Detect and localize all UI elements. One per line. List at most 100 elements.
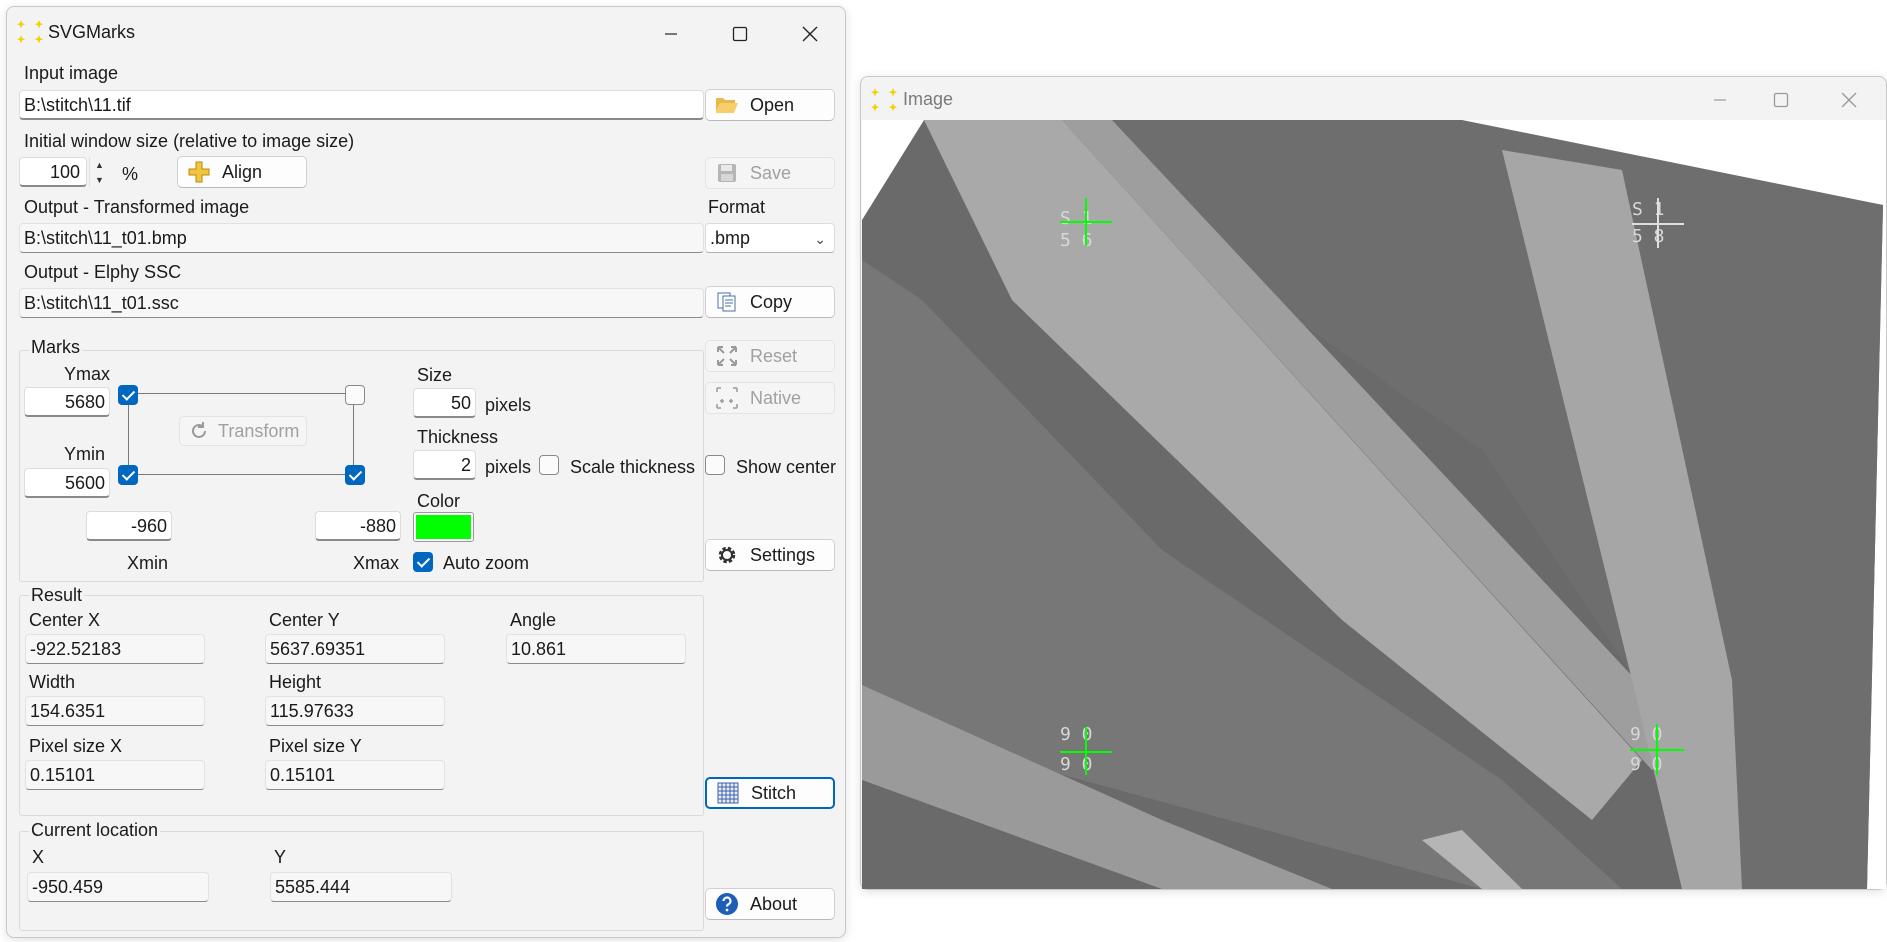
window-title: SVGMarks <box>48 22 136 42</box>
stitch-button[interactable]: Stitch <box>705 777 835 809</box>
angle-label: Angle <box>510 610 557 630</box>
reset-button[interactable]: Reset <box>705 340 835 372</box>
svg-text:9 0: 9 0 <box>1060 724 1093 745</box>
help-icon <box>716 893 738 915</box>
input-image-label: Input image <box>24 63 119 83</box>
location-y-field[interactable]: 5585.444 <box>270 872 452 902</box>
transform-button[interactable]: Transform <box>179 416 307 446</box>
copy-button[interactable]: Copy <box>705 286 835 318</box>
thickness-input[interactable]: 2 <box>413 450 476 480</box>
ymax-input[interactable]: 5680 <box>24 387 110 417</box>
spin-up-icon[interactable]: ▲ <box>90 157 109 172</box>
image-close-button[interactable] <box>1819 81 1879 119</box>
scale-thickness-label[interactable]: Scale thickness <box>570 457 695 478</box>
ymin-input[interactable]: 5600 <box>24 468 110 498</box>
center-x-label: Center X <box>29 610 101 630</box>
gear-icon <box>718 546 736 564</box>
app-icon <box>17 20 43 44</box>
initial-size-label: Initial window size (relative to image s… <box>24 131 355 151</box>
pixel-size-x-field[interactable]: 0.15101 <box>25 760 205 790</box>
save-button-label: Save <box>750 162 792 183</box>
copy-button-label: Copy <box>750 291 793 312</box>
close-button[interactable] <box>780 15 840 53</box>
image-minimize-button[interactable] <box>1690 81 1750 119</box>
image-maximize-button[interactable] <box>1751 81 1811 119</box>
svg-text:5 6: 5 6 <box>1060 230 1093 251</box>
open-button[interactable]: Open <box>705 89 835 121</box>
output-ssc-field[interactable]: B:\stitch\11_t01.ssc <box>19 288 704 318</box>
output-transformed-field[interactable]: B:\stitch\11_t01.bmp <box>19 223 704 253</box>
size-unit-label: pixels <box>485 395 532 415</box>
align-button-label: Align <box>222 161 263 182</box>
current-location-title: Current location <box>29 820 161 841</box>
color-swatch-button[interactable] <box>413 512 474 542</box>
height-label: Height <box>269 672 322 692</box>
corner-top-left-checkbox[interactable] <box>118 385 138 405</box>
location-x-label: X <box>32 847 45 867</box>
folder-open-icon <box>716 98 738 113</box>
save-icon <box>718 164 736 182</box>
angle-field[interactable]: 10.861 <box>506 634 686 664</box>
location-y-label: Y <box>274 847 287 867</box>
svg-text:9 0: 9 0 <box>1060 754 1093 775</box>
save-button[interactable]: Save <box>705 157 835 189</box>
app-icon <box>871 88 897 112</box>
corner-top-right-checkbox[interactable] <box>345 385 365 405</box>
native-size-icon <box>716 387 738 409</box>
location-x-field[interactable]: -950.459 <box>27 872 209 902</box>
spin-down-icon[interactable]: ▼ <box>90 172 109 187</box>
output-ssc-label: Output - Elphy SSC <box>24 262 182 282</box>
stitch-button-label: Stitch <box>751 782 797 803</box>
settings-button[interactable]: Settings <box>705 539 835 571</box>
size-input[interactable]: 50 <box>413 388 476 418</box>
reset-icon <box>717 346 737 366</box>
corner-bottom-right-checkbox[interactable] <box>345 465 365 485</box>
image-canvas[interactable]: S 1 5 6 S 1 5 8 9 0 9 0 9 0 9 0 <box>862 120 1886 889</box>
thickness-label: Thickness <box>417 427 499 447</box>
show-center-label[interactable]: Show center <box>736 457 836 478</box>
about-button[interactable]: About <box>705 888 835 920</box>
width-field[interactable]: 154.6351 <box>25 696 205 726</box>
size-label: Size <box>417 365 453 385</box>
image-title-bar[interactable]: Image <box>861 77 1886 121</box>
scale-thickness-checkbox[interactable] <box>539 455 559 475</box>
pixel-size-y-field[interactable]: 0.15101 <box>265 760 445 790</box>
initial-size-input[interactable]: 100 <box>19 157 87 187</box>
output-transformed-label: Output - Transformed image <box>24 197 250 217</box>
native-button[interactable]: Native <box>705 382 835 414</box>
auto-zoom-checkbox[interactable] <box>413 552 433 572</box>
image-window: Image S 1 5 6 S 1 5 8 9 0 9 0 9 0 9 0 <box>860 76 1887 890</box>
align-button[interactable]: Align <box>177 156 307 188</box>
maximize-button[interactable] <box>710 15 770 53</box>
settings-button-label: Settings <box>750 544 816 565</box>
xmax-input[interactable]: -880 <box>315 511 401 541</box>
open-button-label: Open <box>750 94 795 115</box>
xmin-label: Xmin <box>127 553 169 573</box>
corner-bottom-left-checkbox[interactable] <box>118 465 138 485</box>
format-label: Format <box>708 197 766 217</box>
height-field[interactable]: 115.97633 <box>265 696 445 726</box>
center-x-field[interactable]: -922.52183 <box>25 634 205 664</box>
auto-zoom-label[interactable]: Auto zoom <box>443 553 529 574</box>
pixel-size-y-label: Pixel size Y <box>269 736 362 756</box>
xmax-label: Xmax <box>353 553 400 573</box>
minimize-button[interactable] <box>641 15 701 53</box>
title-bar[interactable]: SVGMarks <box>7 7 845 55</box>
percent-label: % <box>122 164 139 184</box>
color-label: Color <box>417 491 461 511</box>
marks-group-title: Marks <box>29 337 82 358</box>
maximize-icon <box>1773 92 1789 108</box>
show-center-checkbox[interactable] <box>705 455 725 475</box>
thickness-unit-label: pixels <box>485 457 532 477</box>
format-select[interactable]: .bmp ⌄ <box>705 223 835 253</box>
input-image-field[interactable]: B:\stitch\11.tif <box>19 90 704 120</box>
result-group-title: Result <box>29 585 85 606</box>
initial-size-spinner[interactable]: ▲ ▼ <box>89 157 109 187</box>
color-swatch <box>416 515 471 539</box>
svg-text:S 1: S 1 <box>1632 199 1665 220</box>
close-icon <box>1841 92 1857 108</box>
center-y-field[interactable]: 5637.69351 <box>265 634 445 664</box>
format-selected-value: .bmp <box>710 228 751 248</box>
svg-text:S 1: S 1 <box>1060 208 1093 229</box>
xmin-input[interactable]: -960 <box>86 511 172 541</box>
